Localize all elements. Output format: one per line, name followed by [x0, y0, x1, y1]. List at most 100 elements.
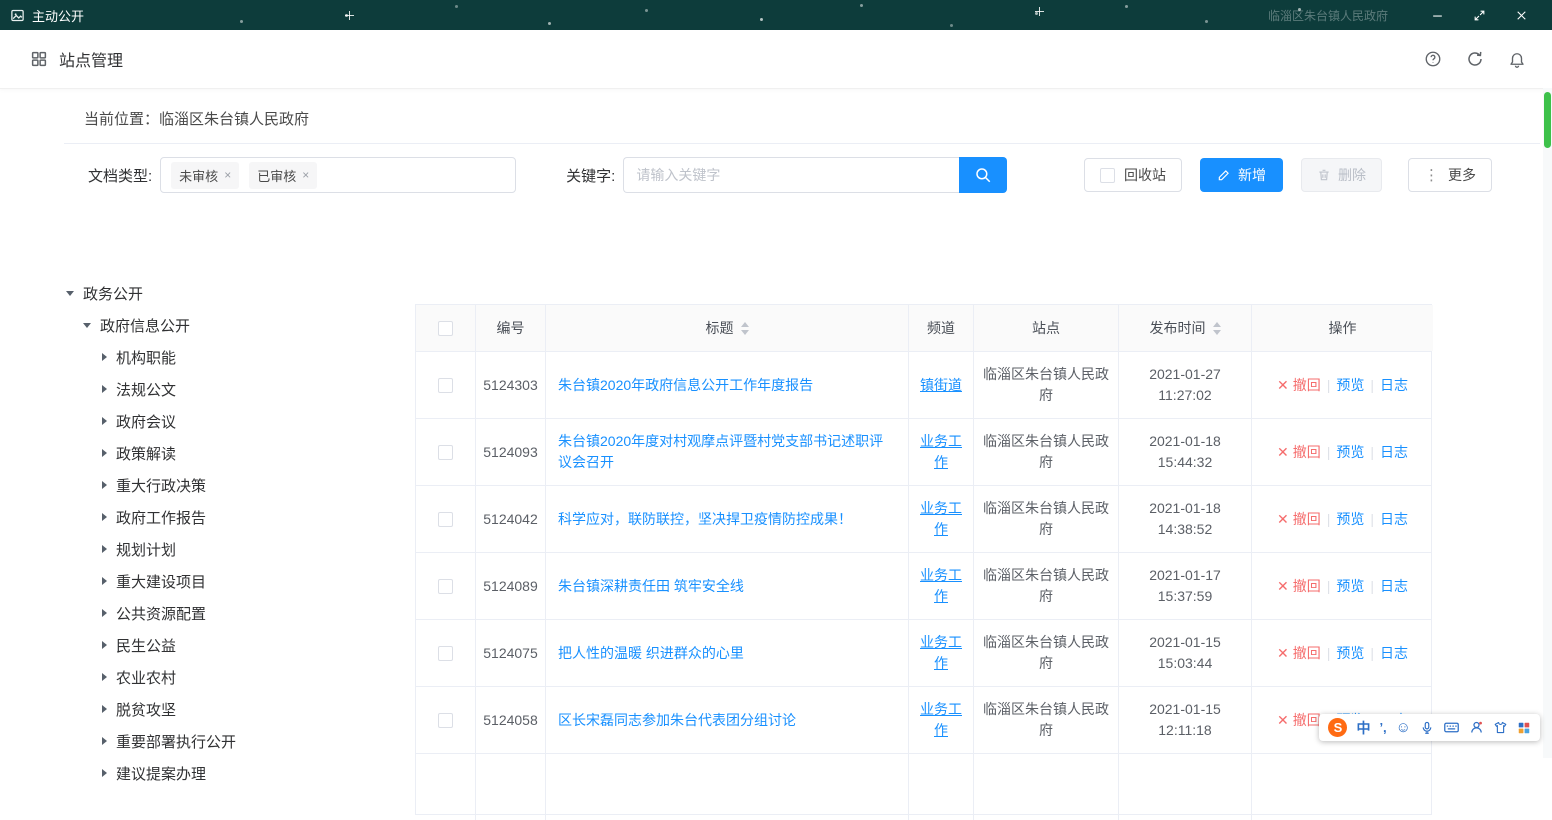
tree-item-label[interactable]: 政府工作报告	[116, 507, 206, 528]
search-button[interactable]	[959, 157, 1007, 193]
revoke-action[interactable]: ✕ 撤回	[1277, 576, 1321, 597]
caret-right-icon[interactable]	[102, 385, 107, 393]
tree-item-政府工作报告[interactable]: 政府工作报告	[64, 501, 415, 533]
tree-item-政府信息公开[interactable]: 政府信息公开	[64, 309, 415, 341]
sogou-logo-icon[interactable]: S	[1328, 718, 1347, 737]
channel-link[interactable]: 业务工作	[917, 498, 965, 540]
document-title-link[interactable]: 朱台镇2020年度对村观摩点评暨村党支部书记述职评议会召开	[558, 431, 896, 473]
refresh-icon[interactable]	[1466, 50, 1484, 68]
revoke-action[interactable]: ✕ 撤回	[1277, 375, 1321, 396]
keyword-input[interactable]	[623, 157, 959, 193]
caret-down-icon[interactable]	[66, 291, 74, 296]
doc-type-select[interactable]: 未审核 × 已审核 ×	[160, 157, 516, 193]
tree-item-label[interactable]: 重大建设项目	[116, 571, 206, 592]
tree-item-label[interactable]: 脱贫攻坚	[116, 699, 176, 720]
revoke-action[interactable]: ✕ 撤回	[1277, 509, 1321, 530]
preview-action[interactable]: 预览	[1336, 643, 1364, 664]
log-action[interactable]: 日志	[1380, 576, 1408, 597]
sort-title-icon[interactable]	[741, 322, 749, 335]
tree-item-label[interactable]: 规划计划	[116, 539, 176, 560]
revoke-action[interactable]: ✕ 撤回	[1277, 643, 1321, 664]
caret-right-icon[interactable]	[102, 353, 107, 361]
delete-button[interactable]: 删除	[1301, 158, 1382, 192]
tree-item-label[interactable]: 政策解读	[116, 443, 176, 464]
vertical-scrollbar-thumb[interactable]	[1544, 92, 1551, 148]
document-title-link[interactable]: 朱台镇深耕责任田 筑牢安全线	[558, 576, 744, 597]
ime-microphone-icon[interactable]	[1420, 721, 1434, 735]
tree-item-公共资源配置[interactable]: 公共资源配置	[64, 597, 415, 629]
caret-right-icon[interactable]	[102, 513, 107, 521]
document-title-link[interactable]: 区长宋磊同志参加朱台代表团分组讨论	[558, 710, 796, 731]
tree-item-label[interactable]: 民生公益	[116, 635, 176, 656]
tree-item-农业农村[interactable]: 农业农村	[64, 661, 415, 693]
channel-link[interactable]: 业务工作	[917, 431, 965, 473]
recycle-bin-checkbox[interactable]	[1100, 168, 1115, 183]
caret-right-icon[interactable]	[102, 577, 107, 585]
sort-publish-time-icon[interactable]	[1213, 322, 1221, 335]
help-icon[interactable]	[1424, 50, 1442, 68]
tree-item-规划计划[interactable]: 规划计划	[64, 533, 415, 565]
more-button[interactable]: ⋮ 更多	[1408, 158, 1492, 192]
select-all-checkbox[interactable]	[438, 321, 453, 336]
ime-emoji-icon[interactable]: ☺	[1396, 720, 1411, 735]
document-title-link[interactable]: 把人性的温暖 织进群众的心里	[558, 643, 744, 664]
tree-item-label[interactable]: 农业农村	[116, 667, 176, 688]
tree-item-建议提案办理[interactable]: 建议提案办理	[64, 757, 415, 789]
ime-skin-icon[interactable]	[1493, 720, 1508, 735]
row-checkbox[interactable]	[438, 713, 453, 728]
minimize-button[interactable]	[1416, 0, 1458, 30]
revoke-action[interactable]: ✕ 撤回	[1277, 710, 1321, 731]
tree-item-label[interactable]: 政府会议	[116, 411, 176, 432]
tree-item-脱贫攻坚[interactable]: 脱贫攻坚	[64, 693, 415, 725]
log-action[interactable]: 日志	[1380, 375, 1408, 396]
tree-item-label[interactable]: 公共资源配置	[116, 603, 206, 624]
ime-punctuation-icon[interactable]: ’,	[1379, 720, 1386, 735]
revoke-action[interactable]: ✕ 撤回	[1277, 442, 1321, 463]
ime-toolbox-grid-icon[interactable]	[1517, 721, 1531, 735]
caret-right-icon[interactable]	[102, 769, 107, 777]
caret-right-icon[interactable]	[102, 737, 107, 745]
tree-item-label[interactable]: 法规公文	[116, 379, 176, 400]
close-button[interactable]	[1500, 0, 1542, 30]
vertical-scrollbar-track[interactable]	[1543, 88, 1552, 758]
tree-item-label[interactable]: 重大行政决策	[116, 475, 206, 496]
caret-right-icon[interactable]	[102, 481, 107, 489]
tree-item-政府会议[interactable]: 政府会议	[64, 405, 415, 437]
caret-right-icon[interactable]	[102, 705, 107, 713]
tag-remove-icon[interactable]: ×	[224, 169, 231, 181]
maximize-button[interactable]	[1458, 0, 1500, 30]
tree-item-重大行政决策[interactable]: 重大行政决策	[64, 469, 415, 501]
row-checkbox[interactable]	[438, 378, 453, 393]
caret-right-icon[interactable]	[102, 417, 107, 425]
ime-phrases-icon[interactable]	[1469, 720, 1484, 735]
recycle-bin-button[interactable]: 回收站	[1084, 158, 1182, 192]
caret-right-icon[interactable]	[102, 545, 107, 553]
channel-link[interactable]: 镇街道	[920, 375, 962, 396]
tree-item-label[interactable]: 建议提案办理	[116, 763, 206, 784]
add-button[interactable]: 新增	[1200, 158, 1283, 192]
tree-item-重要部署执行公开[interactable]: 重要部署执行公开	[64, 725, 415, 757]
ime-language-mode[interactable]: 中	[1356, 718, 1370, 738]
caret-right-icon[interactable]	[102, 609, 107, 617]
tree-item-label[interactable]: 重要部署执行公开	[116, 731, 236, 752]
tree-item-政策解读[interactable]: 政策解读	[64, 437, 415, 469]
row-checkbox[interactable]	[438, 579, 453, 594]
tree-item-label[interactable]: 政府信息公开	[100, 315, 190, 336]
ime-keyboard-icon[interactable]	[1443, 719, 1460, 736]
tree-item-label[interactable]: 政务公开	[83, 283, 143, 304]
caret-right-icon[interactable]	[102, 449, 107, 457]
log-action[interactable]: 日志	[1380, 643, 1408, 664]
document-title-link[interactable]: 科学应对，联防联控，坚决捍卫疫情防控成果！	[558, 509, 852, 530]
row-checkbox[interactable]	[438, 445, 453, 460]
row-checkbox[interactable]	[438, 646, 453, 661]
caret-right-icon[interactable]	[102, 641, 107, 649]
document-title-link[interactable]: 朱台镇2020年政府信息公开工作年度报告	[558, 375, 813, 396]
tree-item-政务公开[interactable]: 政务公开	[64, 277, 415, 309]
preview-action[interactable]: 预览	[1336, 509, 1364, 530]
preview-action[interactable]: 预览	[1336, 576, 1364, 597]
tree-item-法规公文[interactable]: 法规公文	[64, 373, 415, 405]
notification-bell-icon[interactable]	[1508, 50, 1526, 68]
tree-item-label[interactable]: 机构职能	[116, 347, 176, 368]
channel-link[interactable]: 业务工作	[917, 632, 965, 674]
channel-link[interactable]: 业务工作	[917, 699, 965, 741]
